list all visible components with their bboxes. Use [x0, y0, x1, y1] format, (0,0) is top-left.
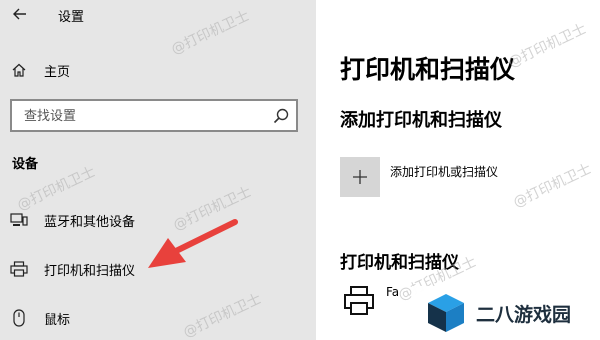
search-box[interactable]: [10, 99, 298, 132]
search-icon[interactable]: [272, 107, 290, 125]
sidebar-item-label: 蓝牙和其他设备: [44, 214, 136, 230]
add-printer-button[interactable]: [340, 157, 380, 197]
window-title: 设置: [58, 10, 85, 25]
bluetooth-devices-icon: [10, 211, 28, 229]
title-bar: 设置: [0, 0, 316, 30]
page-title: 打印机和扫描仪: [340, 55, 516, 84]
brand-text: 二八游戏园: [476, 304, 572, 326]
printer-list-title: 打印机和扫描仪: [340, 253, 459, 273]
sidebar-item-label: 鼠标: [44, 312, 71, 328]
sidebar-item-printers[interactable]: 打印机和扫描仪: [0, 249, 316, 289]
brand-logo: 二八游戏园: [412, 286, 600, 340]
sidebar-item-home[interactable]: 主页: [0, 50, 316, 90]
sidebar-item-bluetooth[interactable]: 蓝牙和其他设备: [0, 200, 316, 240]
section-heading: 设备: [12, 157, 39, 172]
printer-icon: [10, 260, 28, 278]
add-printer-label[interactable]: 添加打印机或扫描仪: [390, 163, 498, 180]
settings-sidebar: 设置 主页 设备 蓝牙和其他设备: [0, 0, 316, 340]
sidebar-item-label: 主页: [44, 64, 71, 80]
mouse-icon: [10, 309, 28, 327]
plus-icon: [353, 170, 367, 184]
printer-name[interactable]: Fa: [386, 285, 399, 299]
add-section-title: 添加打印机和扫描仪: [340, 110, 502, 131]
back-button[interactable]: [8, 2, 32, 26]
back-arrow-icon: [13, 8, 26, 20]
search-input[interactable]: [24, 106, 254, 126]
sidebar-item-mouse[interactable]: 鼠标: [0, 298, 316, 338]
home-icon: [10, 61, 28, 79]
sidebar-item-label: 打印机和扫描仪: [44, 263, 136, 279]
cube-logo-icon: [428, 294, 464, 332]
printer-icon[interactable]: [342, 284, 376, 318]
